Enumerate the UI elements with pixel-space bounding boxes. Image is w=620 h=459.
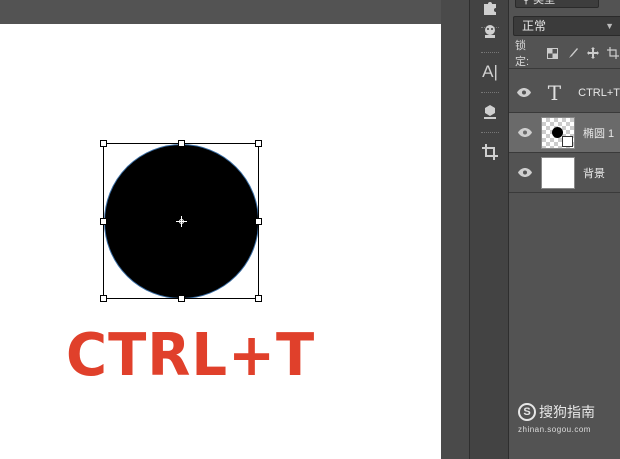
layers-panel: ⚲ 类型 正常 ▼ 锁定: T CTRL+T 椭圆 1 背景 xyxy=(509,0,620,459)
sogou-watermark: S 搜狗指南 zhinan.sogou.com xyxy=(518,402,595,434)
layer-name: 背景 xyxy=(583,167,605,180)
shape-layer-badge-icon xyxy=(562,135,573,147)
blend-mode-select[interactable]: 正常 ▼ xyxy=(513,16,620,36)
blend-mode-value: 正常 xyxy=(522,19,547,33)
lock-transparent-pixels-icon[interactable] xyxy=(546,46,559,60)
transform-handle-bottom-right[interactable] xyxy=(255,295,262,302)
3d-cube-icon[interactable] xyxy=(476,98,504,126)
photoshop-window: CTRL+T A| ⚲ 类型 正常 ▼ 锁定: T CTRL+T 椭圆 1 背景… xyxy=(0,0,620,459)
reference-point-icon[interactable] xyxy=(176,216,187,227)
canvas-scroll-gutter xyxy=(441,0,469,459)
transform-handle-left[interactable] xyxy=(100,218,107,225)
layer-row-text[interactable]: T CTRL+T xyxy=(509,73,620,113)
lock-position-icon[interactable] xyxy=(586,46,600,60)
document-tab-strip xyxy=(0,0,441,24)
transform-handle-top-left[interactable] xyxy=(100,140,107,147)
kind-filter-select[interactable]: ⚲ 类型 xyxy=(515,0,599,8)
watermark-url: zhinan.sogou.com xyxy=(518,425,591,434)
chevron-down-icon: ▼ xyxy=(605,21,614,31)
transform-handle-bottom-left[interactable] xyxy=(100,295,107,302)
layer-name: CTRL+T xyxy=(578,86,620,99)
lock-label: 锁定: xyxy=(515,40,530,68)
visibility-eye-icon[interactable] xyxy=(509,88,539,97)
grip-divider xyxy=(481,132,499,134)
panel-tool-strip: A| xyxy=(469,0,509,459)
stamp-icon[interactable] xyxy=(476,18,504,46)
transform-handle-top-right[interactable] xyxy=(255,140,262,147)
character-icon[interactable]: A| xyxy=(476,58,504,86)
layer-row-background[interactable]: 背景 xyxy=(509,153,620,193)
panel-divider xyxy=(509,68,620,69)
canvas-text-layer[interactable]: CTRL+T xyxy=(66,326,315,386)
lock-controls: 锁定: xyxy=(515,40,620,68)
watermark-brand: 搜狗指南 xyxy=(539,404,595,420)
character-icon-label: A| xyxy=(482,62,498,81)
text-layer-thumbnail: T xyxy=(539,77,570,109)
kind-filter-value: 类型 xyxy=(533,0,556,6)
crop-icon[interactable] xyxy=(476,138,504,166)
sogou-logo-icon: S xyxy=(518,403,536,421)
visibility-eye-icon[interactable] xyxy=(509,128,541,137)
lock-image-pixels-icon[interactable] xyxy=(566,46,579,60)
layer-row-ellipse[interactable]: 椭圆 1 xyxy=(509,113,620,153)
lock-artboard-icon[interactable] xyxy=(607,46,620,60)
grip-divider xyxy=(481,52,499,54)
text-layer-thumb-glyph: T xyxy=(547,80,562,105)
layer-name: 椭圆 1 xyxy=(583,127,615,140)
transform-handle-bottom[interactable] xyxy=(178,295,185,302)
grip-divider xyxy=(481,92,499,94)
visibility-eye-icon[interactable] xyxy=(509,168,541,177)
background-layer-thumbnail xyxy=(541,156,575,189)
transform-handle-top[interactable] xyxy=(178,140,185,147)
transform-handle-right[interactable] xyxy=(255,218,262,225)
ellipse-layer-thumbnail xyxy=(541,116,575,149)
filter-icon: ⚲ xyxy=(522,0,531,6)
